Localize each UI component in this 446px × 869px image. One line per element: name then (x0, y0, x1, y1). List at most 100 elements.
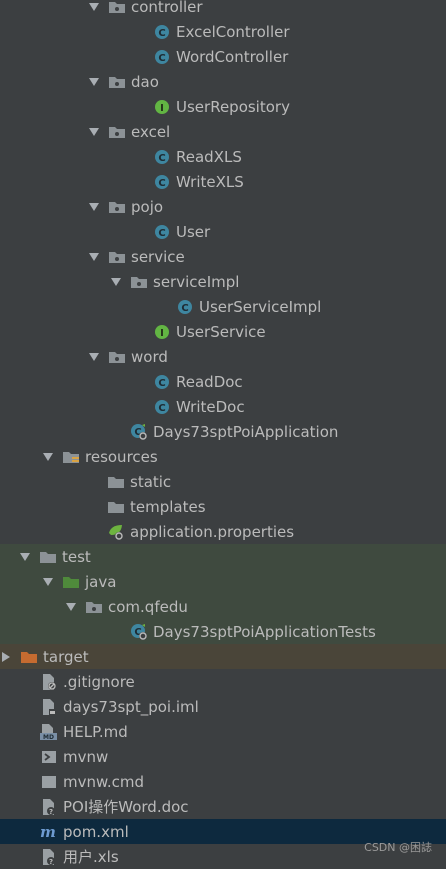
package-folder-icon (108, 0, 126, 16)
tree-row-java[interactable]: java (0, 569, 446, 594)
tree-row-readdoc[interactable]: C ReadDoc (0, 369, 446, 394)
tree-item-label: excel (131, 122, 171, 141)
expand-arrow-icon[interactable] (88, 250, 100, 264)
tree-row-dao[interactable]: dao (0, 69, 446, 94)
tree-item-label: Days73sptPoiApplicationTests (153, 622, 376, 641)
expand-arrow-icon[interactable] (88, 125, 100, 139)
iml-file-icon (40, 698, 58, 716)
svg-text:C: C (158, 378, 165, 389)
class-icon: C (176, 298, 194, 316)
expand-arrow-icon[interactable] (110, 275, 122, 289)
tree-row-userserviceimpl[interactable]: C UserServiceImpl (0, 294, 446, 319)
tree-item-label: com.qfedu (108, 597, 188, 616)
tree-row-writedoc[interactable]: C WriteDoc (0, 394, 446, 419)
tree-item-label: resources (85, 447, 158, 466)
tree-row-word[interactable]: word (0, 344, 446, 369)
expand-arrow-icon[interactable] (88, 200, 100, 214)
tree-item-label: HELP.md (63, 722, 128, 741)
tree-row-userservice[interactable]: I UserService (0, 319, 446, 344)
text-file-icon (40, 773, 58, 791)
expand-arrow-icon[interactable] (65, 600, 77, 614)
tree-item-label: 用户.xls (63, 848, 119, 866)
tree-item-label: WordController (176, 47, 289, 66)
class-icon: C (153, 373, 171, 391)
tree-item-label: UserRepository (176, 97, 290, 116)
tree-row-mvnw[interactable]: mvnw (0, 744, 446, 769)
tree-item-label: service (131, 247, 185, 266)
tree-item-label: POI操作Word.doc (63, 798, 189, 816)
shell-script-icon (40, 748, 58, 766)
tree-item-label: .gitignore (63, 672, 135, 691)
tree-row-days73sptpoiapplication[interactable]: C Days73sptPoiApplication (0, 419, 446, 444)
expand-arrow-icon[interactable] (88, 75, 100, 89)
tree-item-label: pom.xml (63, 822, 129, 841)
tree-item-label: test (62, 547, 91, 566)
tree-row-days73spt-poi-iml[interactable]: days73spt_poi.iml (0, 694, 446, 719)
tree-row-readxls[interactable]: C ReadXLS (0, 144, 446, 169)
tree-row--gitignore[interactable]: .gitignore (0, 669, 446, 694)
class-icon: C (153, 223, 171, 241)
tree-row-service[interactable]: service (0, 244, 446, 269)
excluded-folder-icon (20, 648, 38, 666)
tree-item-label: ReadDoc (176, 372, 243, 391)
tree-row-days73sptpoiapplicationtests[interactable]: C Days73sptPoiApplicationTests (0, 619, 446, 644)
svg-text:C: C (181, 303, 188, 314)
tree-row-user[interactable]: C User (0, 219, 446, 244)
svg-text:C: C (158, 28, 165, 39)
tree-row-test[interactable]: test (0, 544, 446, 569)
tree-row-writexls[interactable]: C WriteXLS (0, 169, 446, 194)
tree-item-label: serviceImpl (153, 272, 240, 291)
svg-text:I: I (160, 103, 164, 114)
expand-arrow-icon[interactable] (42, 450, 54, 464)
expand-arrow-icon[interactable] (88, 0, 100, 14)
tree-row-com-qfedu[interactable]: com.qfedu (0, 594, 446, 619)
tree-item-label: UserService (176, 322, 266, 341)
tree-row-target[interactable]: target (0, 644, 446, 669)
tree-row-help-md[interactable]: MD HELP.md (0, 719, 446, 744)
collapse-arrow-icon[interactable] (0, 650, 12, 664)
tree-row-serviceimpl[interactable]: serviceImpl (0, 269, 446, 294)
tree-row-userrepository[interactable]: I UserRepository (0, 94, 446, 119)
class-icon: C (153, 173, 171, 191)
tree-item-label: WriteDoc (176, 397, 245, 416)
tree-item-label: static (130, 472, 172, 491)
tree-row-poi-word-doc[interactable]: ? POI操作Word.doc (0, 794, 446, 819)
tree-item-label: ReadXLS (176, 147, 242, 166)
tree-item-label: mvnw (63, 747, 109, 766)
tree-item-label: Days73sptPoiApplication (153, 422, 339, 441)
tree-row-templates[interactable]: templates (0, 494, 446, 519)
tree-item-label: target (43, 647, 89, 666)
expand-arrow-icon[interactable] (19, 550, 31, 564)
tree-row-mvnw-cmd[interactable]: mvnw.cmd (0, 769, 446, 794)
svg-text:C: C (158, 178, 165, 189)
tree-row-pojo[interactable]: pojo (0, 194, 446, 219)
package-folder-icon (108, 73, 126, 91)
svg-text:?: ? (49, 808, 53, 816)
interface-icon: I (153, 98, 171, 116)
svg-text:C: C (158, 53, 165, 64)
unknown-file-icon: ? (40, 848, 58, 866)
package-folder-icon (108, 348, 126, 366)
tree-row-excelcontroller[interactable]: C ExcelController (0, 19, 446, 44)
maven-icon: m (40, 823, 58, 841)
tree-item-label: UserServiceImpl (199, 297, 322, 316)
class-icon: C (153, 23, 171, 41)
tree-row-wordcontroller[interactable]: C WordController (0, 44, 446, 69)
tree-row-resources[interactable]: resources (0, 444, 446, 469)
tree-row-static[interactable]: static (0, 469, 446, 494)
spring-properties-icon (107, 523, 125, 541)
tree-row-controller[interactable]: controller (0, 0, 446, 19)
tree-row-application-properties[interactable]: application.properties (0, 519, 446, 544)
expand-arrow-icon[interactable] (42, 575, 54, 589)
markdown-file-icon: MD (40, 723, 58, 741)
package-folder-icon (108, 248, 126, 266)
folder-icon (107, 498, 125, 516)
folder-icon (107, 473, 125, 491)
svg-text:C: C (158, 153, 165, 164)
class-icon: C (153, 148, 171, 166)
tree-item-label: templates (130, 497, 206, 516)
spring-boot-class-icon: C (130, 423, 148, 441)
tree-item-label: mvnw.cmd (63, 772, 145, 791)
expand-arrow-icon[interactable] (88, 350, 100, 364)
tree-row-excel[interactable]: excel (0, 119, 446, 144)
